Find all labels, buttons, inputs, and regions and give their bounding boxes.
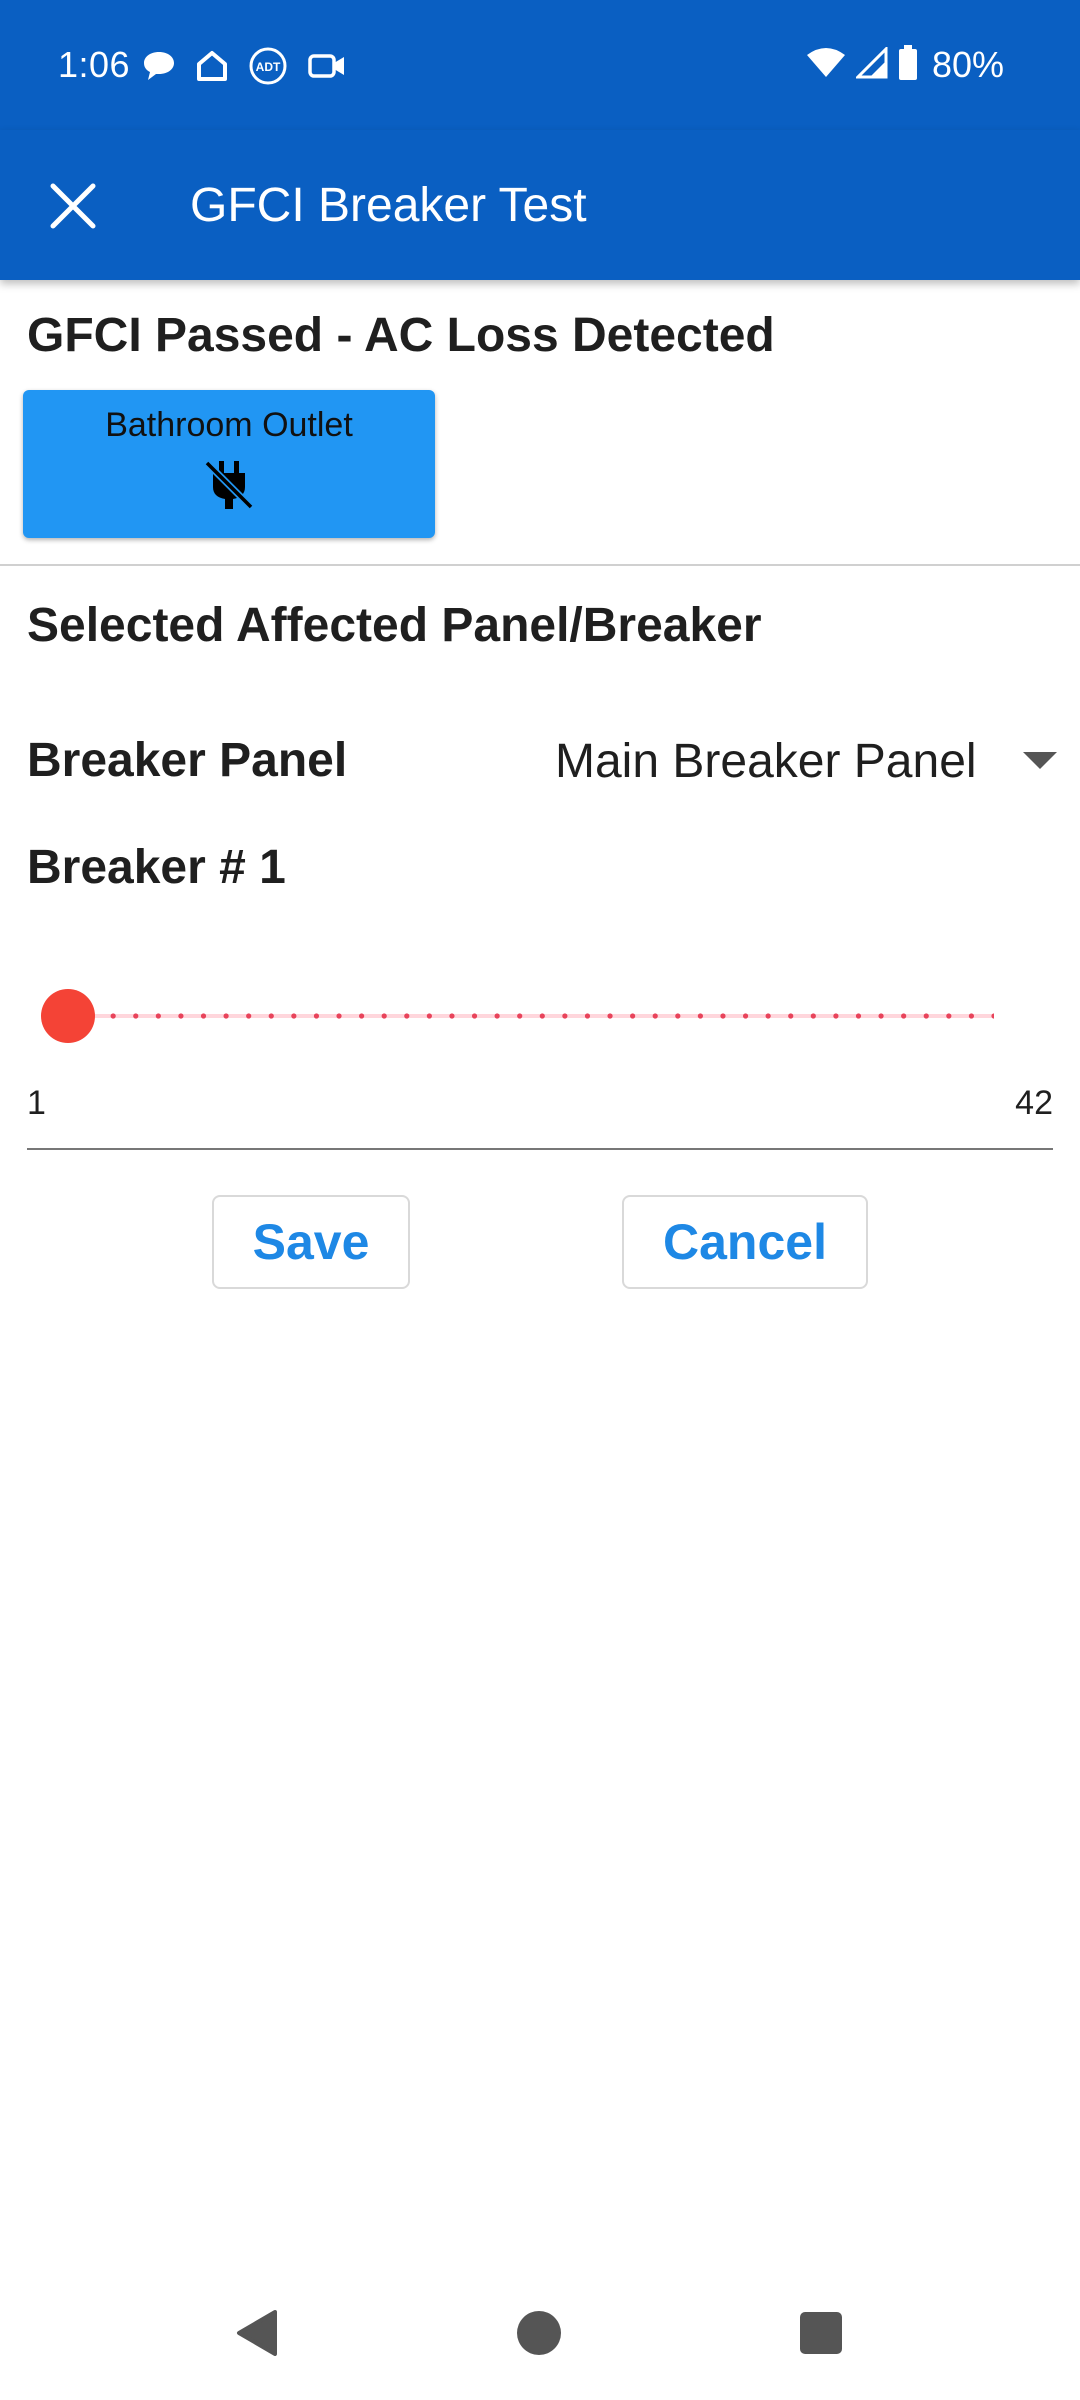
close-icon bbox=[49, 182, 97, 235]
slider-max-label: 42 bbox=[1015, 1084, 1053, 1122]
slider-tick bbox=[471, 1013, 478, 1019]
breaker-number-label: Breaker # 1 bbox=[27, 841, 286, 894]
slider-tick bbox=[923, 1013, 929, 1019]
breaker-panel-selected-value: Main Breaker Panel bbox=[555, 734, 977, 788]
slider-tick bbox=[359, 1013, 365, 1019]
status-bar: 1:06 ADT 80% bbox=[0, 0, 1080, 130]
divider bbox=[27, 1148, 1053, 1150]
slider-tick bbox=[946, 1013, 952, 1019]
divider bbox=[0, 564, 1080, 566]
slider-tick bbox=[720, 1013, 726, 1019]
outlet-card[interactable]: Bathroom Outlet bbox=[23, 390, 435, 538]
section-heading: Selected Affected Panel/Breaker bbox=[27, 599, 762, 652]
slider-tick bbox=[742, 1013, 749, 1019]
breaker-slider[interactable] bbox=[41, 988, 994, 1044]
signal-icon bbox=[854, 44, 888, 84]
status-time: 1:06 bbox=[58, 44, 131, 85]
slider-min-label: 1 bbox=[27, 1084, 46, 1122]
breaker-panel-dropdown[interactable]: Main Breaker Panel bbox=[555, 728, 1065, 794]
slider-tick bbox=[652, 1013, 658, 1019]
save-button[interactable]: Save bbox=[212, 1195, 410, 1289]
slider-tick bbox=[833, 1013, 839, 1019]
home-icon bbox=[196, 50, 228, 87]
cancel-button[interactable]: Cancel bbox=[622, 1195, 868, 1289]
power-off-plug-icon bbox=[203, 457, 255, 518]
slider-tick bbox=[449, 1013, 455, 1019]
slider-tick bbox=[878, 1013, 884, 1019]
slider-tick bbox=[336, 1013, 342, 1019]
slider-tick bbox=[381, 1013, 387, 1019]
slider-tick bbox=[268, 1013, 274, 1019]
slider-tick bbox=[404, 1013, 410, 1019]
slider-tick bbox=[607, 1013, 613, 1019]
slider-tick bbox=[901, 1013, 907, 1019]
slider-tick bbox=[855, 1013, 862, 1019]
slider-tick bbox=[697, 1013, 703, 1019]
wifi-icon bbox=[806, 47, 846, 84]
slider-tick bbox=[313, 1013, 320, 1019]
page-title: GFCI Breaker Test bbox=[190, 179, 587, 232]
system-navigation-bar bbox=[0, 2280, 1080, 2400]
slider-tick bbox=[517, 1013, 523, 1019]
test-result-heading: GFCI Passed - AC Loss Detected bbox=[27, 309, 775, 362]
home-circle-icon[interactable] bbox=[517, 2311, 561, 2355]
video-camera-icon bbox=[308, 51, 346, 86]
breaker-panel-label: Breaker Panel bbox=[27, 734, 348, 787]
close-button[interactable] bbox=[40, 175, 106, 241]
slider-tick bbox=[584, 1013, 591, 1019]
slider-tick bbox=[788, 1013, 794, 1019]
slider-tick bbox=[991, 1013, 994, 1019]
slider-tick bbox=[246, 1013, 252, 1019]
battery-percentage: 80% bbox=[931, 44, 1004, 85]
slider-tick bbox=[110, 1013, 116, 1019]
slider-tick bbox=[426, 1013, 432, 1019]
slider-tick bbox=[810, 1013, 816, 1019]
status-system-icons: 80% bbox=[806, 44, 1004, 86]
chat-bubble-icon bbox=[142, 50, 176, 87]
slider-tick bbox=[291, 1013, 297, 1019]
slider-thumb[interactable] bbox=[41, 989, 95, 1043]
slider-tick bbox=[223, 1013, 229, 1019]
screen: 1:06 ADT 80% GFCI Breaker Test GFCI Pass… bbox=[0, 0, 1080, 2400]
adt-icon: ADT bbox=[248, 46, 288, 91]
slider-tick bbox=[155, 1013, 161, 1019]
recents-square-icon[interactable] bbox=[800, 2312, 842, 2354]
svg-text:ADT: ADT bbox=[256, 60, 281, 74]
slider-tick bbox=[178, 1013, 184, 1019]
slider-tick bbox=[133, 1013, 139, 1019]
status-notification-icons: ADT bbox=[142, 46, 346, 91]
slider-tick bbox=[562, 1013, 568, 1019]
slider-tick bbox=[765, 1013, 771, 1019]
outlet-label: Bathroom Outlet bbox=[105, 406, 353, 444]
slider-tick bbox=[675, 1013, 681, 1019]
slider-ticks bbox=[87, 1013, 994, 1019]
slider-tick bbox=[630, 1013, 636, 1019]
slider-tick bbox=[200, 1013, 207, 1019]
slider-tick bbox=[494, 1013, 500, 1019]
slider-tick bbox=[968, 1013, 975, 1019]
dropdown-arrow-icon bbox=[1023, 752, 1057, 775]
battery-icon bbox=[898, 44, 918, 86]
back-triangle-icon[interactable] bbox=[235, 2310, 277, 2361]
slider-tick bbox=[539, 1013, 545, 1019]
app-bar: GFCI Breaker Test bbox=[0, 130, 1080, 280]
